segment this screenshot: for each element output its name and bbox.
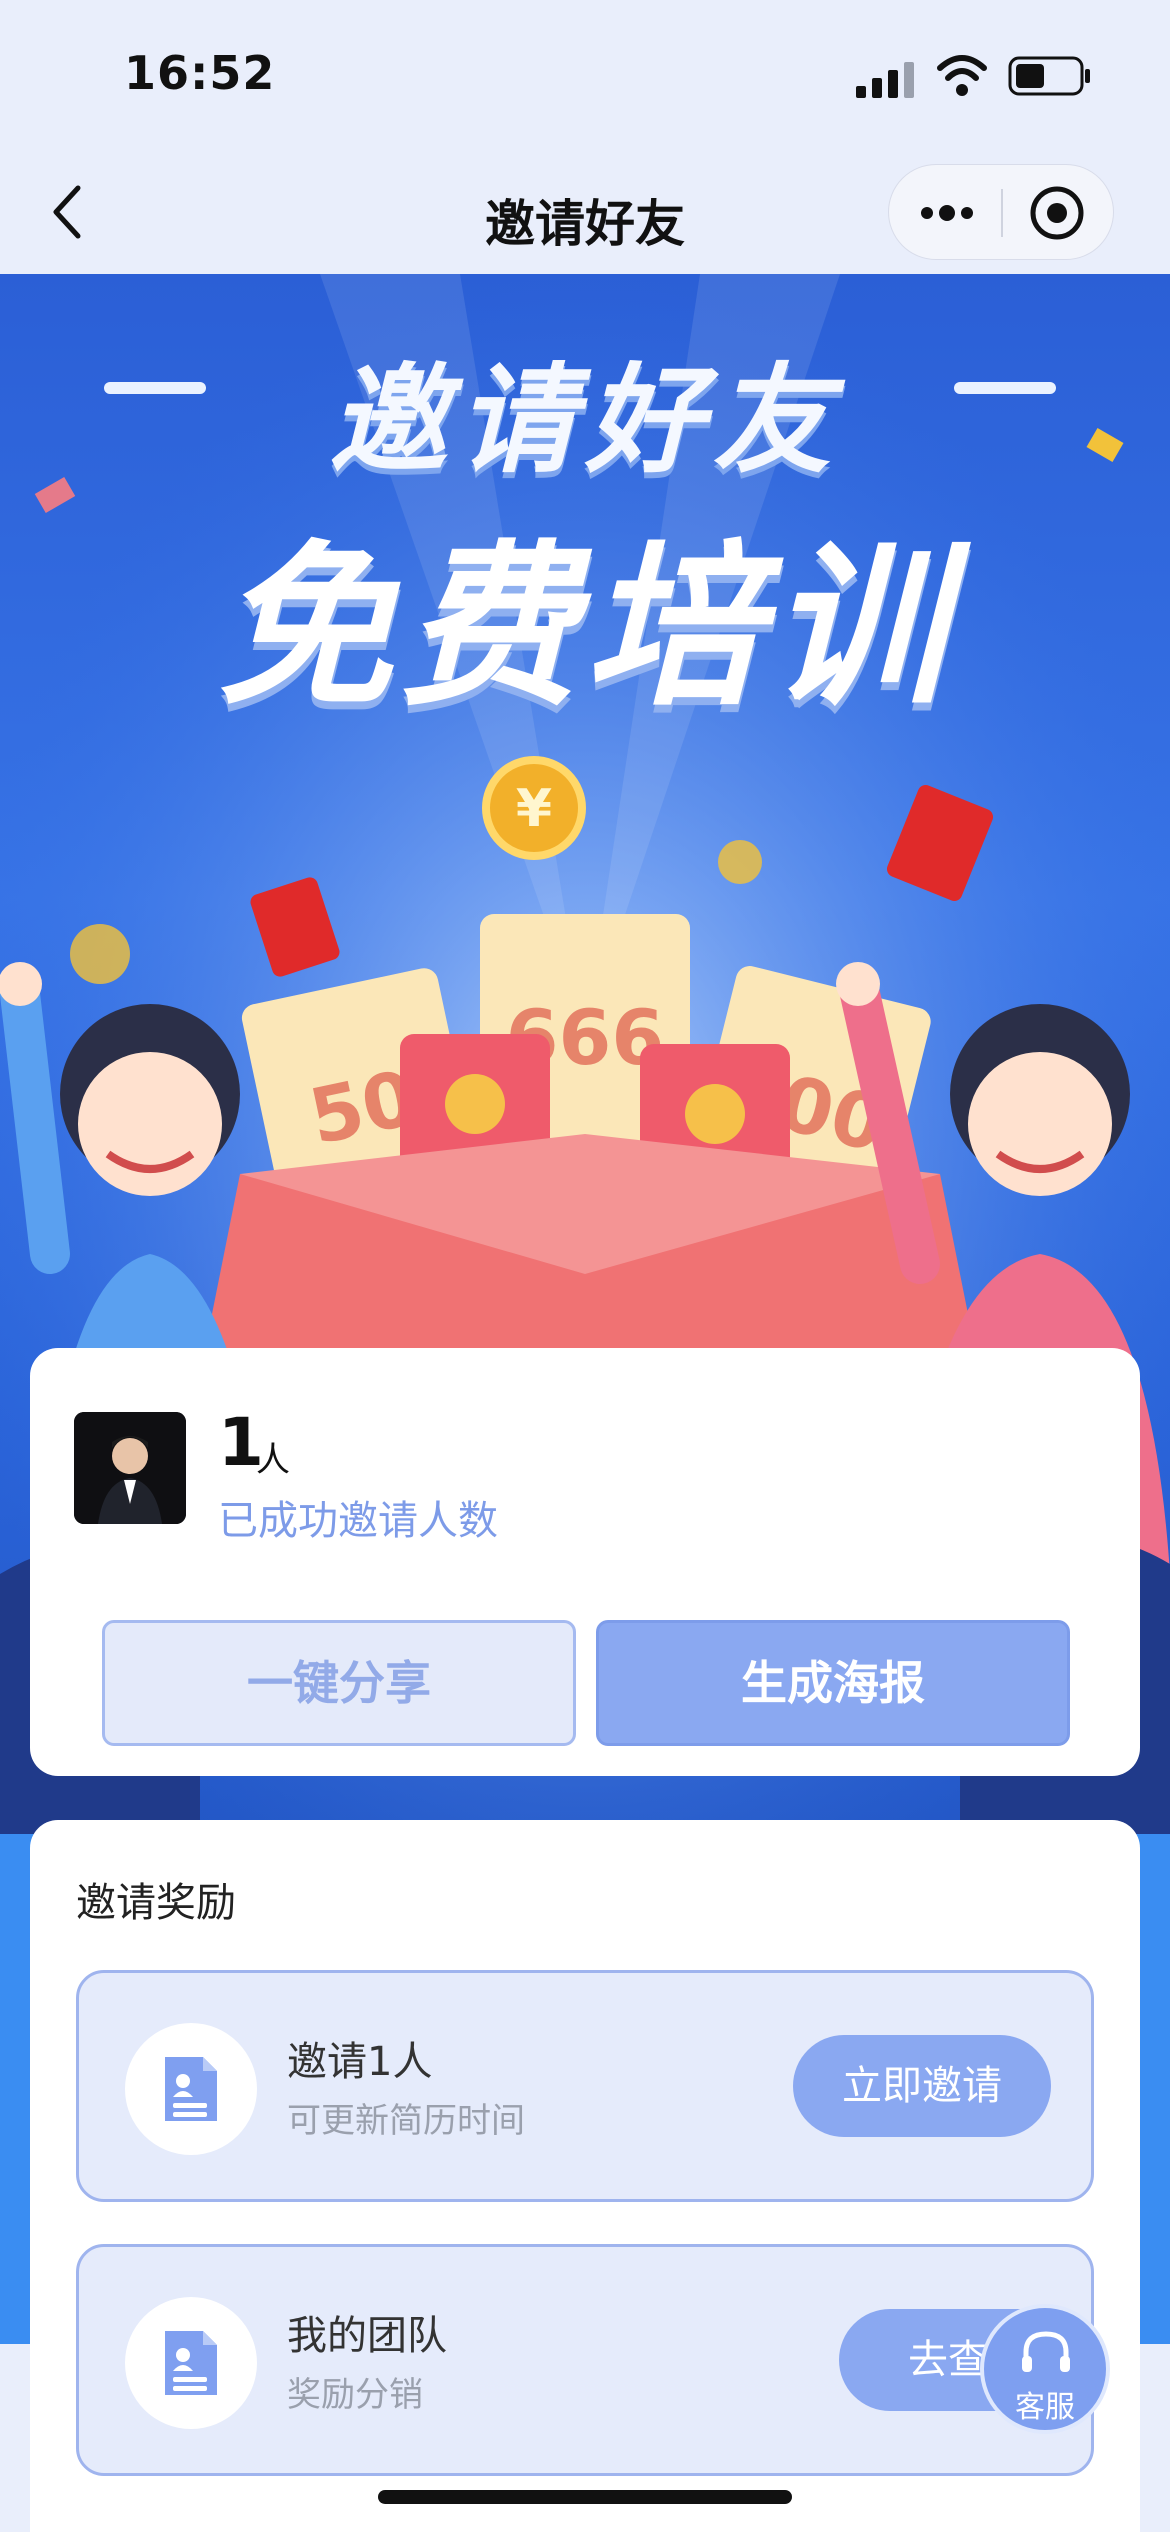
resume-document-icon — [165, 2057, 217, 2121]
customer-service-label: 客服 — [1015, 2390, 1075, 2425]
capsule-divider — [1001, 189, 1003, 237]
reward-item-team: 我的团队 奖励分销 去查看 — [76, 2244, 1097, 2476]
home-indicator[interactable] — [378, 2490, 792, 2504]
status-time: 16:52 — [124, 46, 276, 100]
customer-service-button[interactable]: 客服 — [980, 2304, 1110, 2434]
rewards-title: 邀请奖励 — [76, 1880, 236, 1926]
headset-icon — [1022, 2331, 1070, 2372]
invite-friends-page: 16:52 邀请好友 ¥ 50 666 100 邀请好友 免费培训 1 人 已成… — [0, 0, 1170, 2532]
invite-rewards-card: 邀请奖励 邀请1人 可更新简历时间 立即邀请 我的团队 奖励分销 去查看 — [30, 1820, 1140, 2532]
generate-poster-button[interactable]: 生成海报 — [596, 1620, 1070, 1746]
mini-program-capsule — [888, 164, 1114, 260]
battery-icon — [1008, 56, 1090, 96]
svg-text:¥: ¥ — [516, 779, 552, 839]
invite-count-label: 已成功邀请人数 — [218, 1498, 498, 1544]
reward-title: 邀请1人 — [287, 2039, 433, 2085]
cellular-signal-icon — [856, 62, 914, 98]
wifi-icon — [937, 55, 987, 96]
status-bar: 16:52 — [0, 0, 1170, 150]
reward-title: 我的团队 — [287, 2313, 447, 2359]
avatar — [74, 1412, 186, 1524]
close-target-icon[interactable] — [1029, 185, 1085, 241]
reward-item-invite: 邀请1人 可更新简历时间 立即邀请 — [76, 1970, 1094, 2202]
more-dots-icon[interactable] — [917, 195, 977, 231]
reward-icon-badge — [125, 2297, 257, 2429]
reward-subtitle: 可更新简历时间 — [287, 2101, 525, 2141]
avatar-person-icon — [74, 1412, 186, 1524]
reward-icon-badge — [125, 2023, 257, 2155]
invite-stats-card: 1 人 已成功邀请人数 一键分享 生成海报 — [30, 1348, 1140, 1776]
share-button[interactable]: 一键分享 — [102, 1620, 576, 1746]
nav-bar: 邀请好友 — [0, 150, 1170, 274]
banner-headline: 邀请好友 — [328, 351, 841, 489]
banner-subheadline: 免费培训 — [216, 525, 953, 730]
team-document-icon — [165, 2331, 217, 2395]
invite-now-button[interactable]: 立即邀请 — [793, 2035, 1051, 2137]
invite-count-unit: 人 — [256, 1440, 290, 1480]
reward-subtitle: 奖励分销 — [287, 2375, 423, 2415]
